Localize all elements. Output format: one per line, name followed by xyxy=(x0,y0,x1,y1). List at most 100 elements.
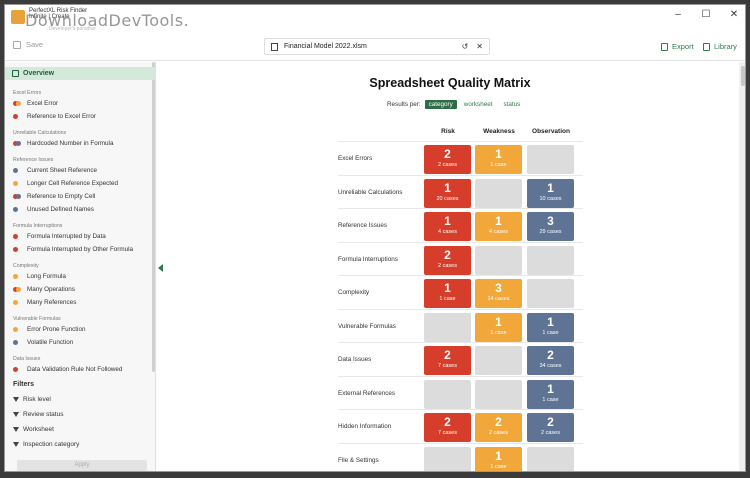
risk-dot xyxy=(13,326,18,332)
apply-button[interactable]: Apply xyxy=(17,460,147,471)
sidebar-scrollbar[interactable] xyxy=(152,62,155,372)
results-per-option-status[interactable]: status xyxy=(499,100,524,109)
sidebar-item-error-prone-function[interactable]: Error Prone Function xyxy=(13,326,85,333)
sidebar-item-label: Formula Interrupted by Data xyxy=(27,233,106,240)
funnel-icon xyxy=(13,427,19,432)
matrix-row-file-settings: File & Settings 1 1 case xyxy=(338,442,583,471)
risk-dot-icon xyxy=(13,140,25,147)
matrix-row-label: Vulnerable Formulas xyxy=(338,322,396,330)
sidebar-item-overview[interactable]: Overview xyxy=(5,67,155,80)
close-icon[interactable]: ✕ xyxy=(476,42,483,51)
risk-dot-icon xyxy=(13,286,25,293)
funnel-icon xyxy=(13,442,19,447)
matrix-cell-risk[interactable]: 27 cases xyxy=(424,413,471,442)
cell-cases: 2 cases xyxy=(489,430,508,436)
close-window-icon[interactable]: ✕ xyxy=(729,9,739,20)
matrix-cell-observation[interactable]: 11 case xyxy=(527,379,574,409)
cell-cases: 4 cases xyxy=(489,229,508,235)
matrix-cell-risk[interactable]: 27 cases xyxy=(424,346,471,375)
sidebar-item-current-sheet-reference[interactable]: Current Sheet Reference xyxy=(13,167,97,174)
filter-worksheet[interactable]: Worksheet xyxy=(13,426,54,433)
matrix-cell-weakness[interactable]: 14 cases xyxy=(475,212,522,241)
matrix-cell-observation[interactable]: 1 10 cases xyxy=(527,178,574,208)
page-title: Spreadsheet Quality Matrix xyxy=(369,76,531,90)
sidebar-item-longer-cell-reference-expected[interactable]: Longer Cell Reference Expected xyxy=(13,180,118,187)
risk-dot xyxy=(16,100,21,106)
file-tab[interactable]: Financial Model 2022.xlsm ↺ ✕ xyxy=(264,38,490,55)
cell-count: 2 xyxy=(444,147,451,161)
results-per-option-category[interactable]: category xyxy=(424,100,457,109)
filter-risk-level[interactable]: Risk level xyxy=(13,396,51,403)
matrix-cell-risk[interactable]: 22 cases xyxy=(424,145,471,174)
filter-review-status[interactable]: Review status xyxy=(13,411,63,418)
sidebar-item-many-operations[interactable]: Many Operations xyxy=(13,286,75,293)
matrix-cell-weakness[interactable]: 11 case xyxy=(475,145,522,174)
matrix-cell-risk[interactable]: 11 case xyxy=(424,279,471,308)
matrix-cell-observation[interactable]: 11 case xyxy=(527,312,574,342)
sidebar-item-reference-to-empty-cell[interactable]: Reference to Empty Cell xyxy=(13,193,95,200)
cell-count: 1 xyxy=(444,214,451,228)
cell-count: 2 xyxy=(495,415,502,429)
matrix-cell-weakness[interactable]: 11 case xyxy=(475,312,522,342)
cell-cases: 2 cases xyxy=(438,262,457,269)
cell-cases: 1 case xyxy=(439,296,456,302)
matrix-cell-weakness[interactable]: 22 cases xyxy=(475,413,522,442)
sidebar-item-formula-interrupted-by-data[interactable]: Formula Interrupted by Data xyxy=(13,233,106,240)
matrix-row-label: Hidden Information xyxy=(338,423,392,430)
cell-count: 1 xyxy=(495,214,502,228)
sidebar-section-data-issues: Data Issues xyxy=(13,356,41,362)
toolbar: Save Financial Model 2022.xlsm ↺ ✕ Expor… xyxy=(5,33,745,61)
matrix-row-formula-interruptions: Formula Interruptions 2 2 cases xyxy=(338,241,583,276)
main-scrollbar-thumb[interactable] xyxy=(741,66,745,86)
sidebar-item-many-references[interactable]: Many References xyxy=(13,299,76,306)
matrix-cell-observation[interactable]: 22 cases xyxy=(527,413,574,442)
matrix-cell-risk[interactable]: 22 cases xyxy=(424,245,471,275)
cell-count: 2 xyxy=(444,247,451,262)
matrix-row-excel-errors: Excel Errors 2 2 cases 1 1 case xyxy=(338,141,583,175)
undo-icon[interactable]: ↺ xyxy=(462,42,469,51)
column-header-weakness: Weakness xyxy=(483,128,515,135)
sidebar-item-data-validation-rule-not-followed[interactable]: Data Validation Rule Not Followed xyxy=(13,366,122,373)
sidebar-item-volatile-function[interactable]: Volatile Function xyxy=(13,339,73,346)
sidebar-item-long-formula[interactable]: Long Formula xyxy=(13,273,66,280)
matrix-cell-weakness xyxy=(475,346,522,375)
matrix-cell-weakness[interactable]: 11 case xyxy=(475,446,522,471)
risk-dot xyxy=(16,286,21,292)
matrix-cell-observation[interactable]: 2 34 cases xyxy=(527,346,574,375)
cell-count: 1 xyxy=(495,448,502,463)
risk-dot xyxy=(13,113,18,119)
collapse-arrow-icon[interactable] xyxy=(158,264,163,272)
file-tab-actions: ↺ ✕ xyxy=(462,42,483,51)
risk-dot xyxy=(13,366,18,372)
sidebar-item-excel-error[interactable]: Excel Error xyxy=(13,100,58,107)
export-button[interactable]: Export xyxy=(661,42,694,51)
matrix-cell-risk[interactable]: 14 cases xyxy=(424,212,471,241)
sidebar-item-formula-interrupted-by-other-formula[interactable]: Formula Interrupted by Other Formula xyxy=(13,246,133,253)
maximize-icon[interactable]: ☐ xyxy=(701,9,711,20)
sidebar-item-label: Unused Defined Names xyxy=(27,206,94,213)
filter-inspection-category[interactable]: Inspection category xyxy=(13,441,79,448)
sidebar-item-reference-to-excel-error[interactable]: Reference to Excel Error xyxy=(13,113,96,120)
matrix-cell-observation[interactable]: 3 29 cases xyxy=(527,212,574,241)
risk-dot xyxy=(13,206,18,212)
sidebar-item-hardcoded-number-in-formula[interactable]: Hardcoded Number in Formula xyxy=(13,140,113,147)
save-button[interactable]: Save xyxy=(13,40,43,49)
cell-cases: 20 cases xyxy=(436,195,459,202)
matrix-cell-risk[interactable]: 1 20 cases xyxy=(424,178,471,208)
cell-cases: 34 cases xyxy=(539,363,562,369)
results-per-options: category worksheet status xyxy=(424,100,525,109)
sidebar-item-unused-defined-names[interactable]: Unused Defined Names xyxy=(13,206,94,213)
main-scrollbar[interactable] xyxy=(739,62,745,471)
column-header-observation: Observation xyxy=(532,128,570,135)
results-per-option-worksheet[interactable]: worksheet xyxy=(460,100,497,109)
title-bar: PerfectXL Risk Finder Infinite | Create … xyxy=(5,5,745,32)
minimize-icon[interactable]: – xyxy=(673,9,683,20)
matrix-cell-observation xyxy=(527,446,574,471)
matrix-cell-weakness[interactable]: 3 14 cases xyxy=(475,279,522,308)
sidebar-item-label: Current Sheet Reference xyxy=(27,167,98,174)
cell-cases: 14 cases xyxy=(487,296,510,302)
cell-cases: 29 cases xyxy=(539,229,562,235)
risk-dot-icon xyxy=(13,273,25,280)
cell-cases: 1 case xyxy=(542,329,559,336)
library-button[interactable]: Library xyxy=(703,42,737,51)
